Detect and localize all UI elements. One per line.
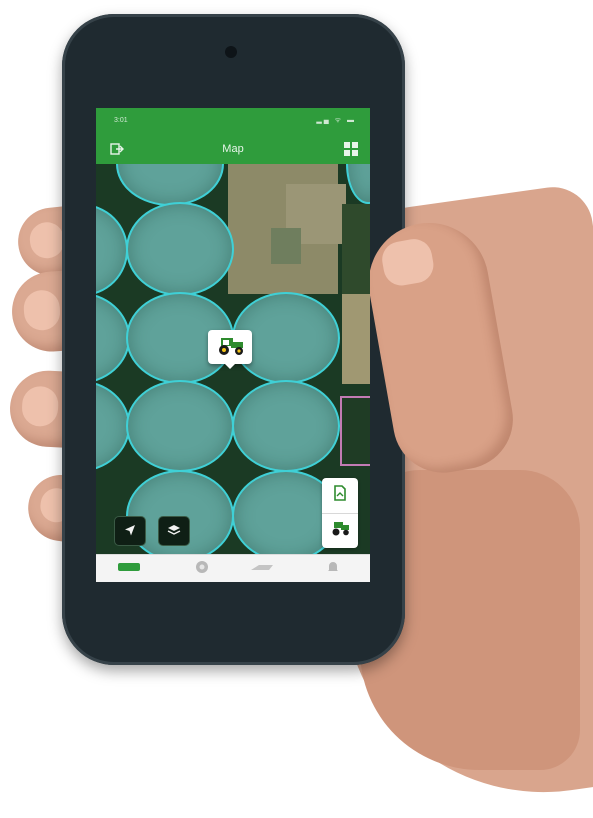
navigation-arrow-icon — [123, 523, 137, 540]
pivot-field[interactable] — [126, 380, 234, 472]
grid-icon[interactable] — [344, 142, 358, 156]
front-camera — [225, 46, 237, 58]
pivot-field[interactable] — [96, 292, 130, 384]
status-time: 3:01 — [114, 117, 128, 124]
field-boundary-icon — [332, 484, 348, 507]
nav-equipment[interactable] — [114, 561, 144, 577]
status-bar: 3:01 ▂▄ ᯤ ▬ — [96, 108, 370, 134]
page-title: Map — [222, 143, 244, 155]
sprayer-icon — [249, 560, 277, 578]
farm-plot — [342, 294, 370, 384]
tractor-marker[interactable] — [208, 330, 252, 369]
pivot-field[interactable] — [116, 164, 224, 206]
bottom-nav — [96, 554, 370, 582]
pivot-field[interactable] — [126, 202, 234, 296]
nav-notifications[interactable] — [318, 561, 348, 577]
app-bar: Map — [96, 134, 370, 164]
nav-sprayer[interactable] — [248, 561, 278, 577]
equipment-icon — [116, 560, 142, 578]
layers-icon — [167, 523, 181, 540]
tractor-icon — [213, 334, 247, 361]
locate-button[interactable] — [114, 516, 146, 546]
tractor-icon — [329, 520, 351, 541]
pivot-field[interactable] — [96, 380, 130, 472]
field-boundary-button[interactable] — [322, 478, 358, 514]
photo-scene: 3:01 ▂▄ ᯤ ▬ Map — [0, 0, 593, 818]
pivot-field[interactable] — [232, 380, 340, 472]
layers-button[interactable] — [158, 516, 190, 546]
pivot-field[interactable] — [96, 204, 128, 296]
farm-plot — [342, 204, 370, 294]
status-icons: ▂▄ ᯤ ▬ — [316, 117, 356, 124]
farm-plot — [271, 228, 301, 264]
nav-record[interactable] — [187, 560, 217, 579]
map-view[interactable] — [96, 164, 370, 554]
notifications-icon — [326, 560, 340, 579]
pivot-field[interactable] — [346, 164, 370, 204]
record-icon — [195, 560, 209, 579]
equipment-button[interactable] — [322, 513, 358, 548]
app-screen: 3:01 ▂▄ ᯤ ▬ Map — [96, 108, 370, 582]
selected-field-boundary[interactable] — [340, 396, 370, 466]
map-side-panel — [322, 478, 358, 548]
